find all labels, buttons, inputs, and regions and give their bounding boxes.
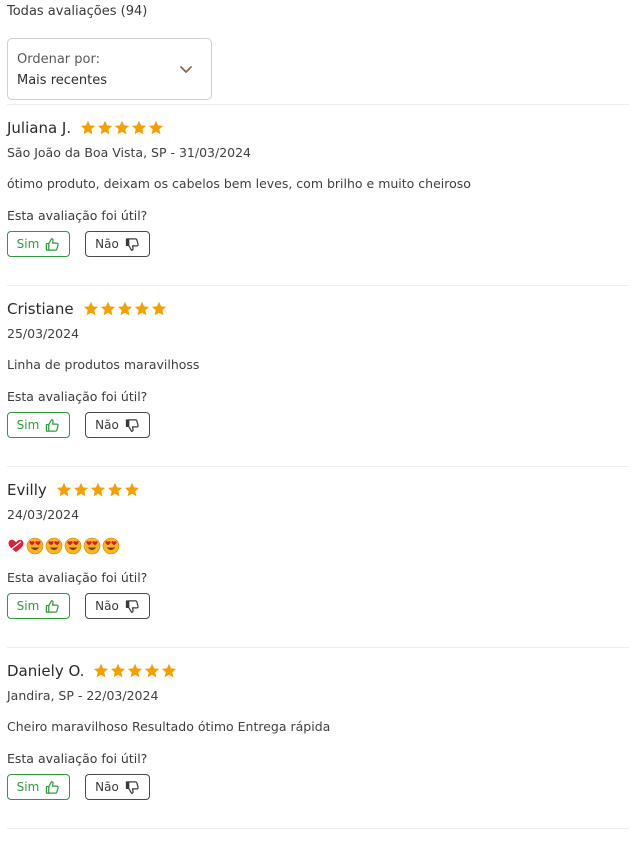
star-icon: [111, 663, 126, 678]
heart-eyes-face-icon: [102, 537, 120, 555]
heart-eyes-face-icon: [45, 537, 63, 555]
star-icon: [115, 120, 130, 135]
star-icon: [149, 120, 164, 135]
reviewer-name: Daniely O.: [7, 662, 85, 680]
review-item: Evilly 24/03/2024 Esta avaliação foi úti…: [7, 479, 629, 639]
helpful-yes-label: Sim: [16, 780, 40, 794]
reviewer-name: Juliana J.: [7, 119, 72, 137]
helpful-yes-label: Sim: [16, 418, 40, 432]
review-text: ótimo produto, deixam os cabelos bem lev…: [7, 176, 471, 191]
thumbs-up-icon: [46, 599, 60, 613]
helpful-yes-button[interactable]: Sim: [7, 593, 70, 619]
helpful-question: Esta avaliação foi útil?: [7, 208, 148, 223]
helpful-question: Esta avaliação foi útil?: [7, 570, 148, 585]
divider: [7, 828, 629, 829]
review-emoji-text: [7, 537, 120, 555]
helpful-yes-button[interactable]: Sim: [7, 412, 70, 438]
sort-label: Ordenar por:: [17, 52, 100, 67]
star-rating: [56, 482, 140, 498]
star-icon: [73, 482, 88, 497]
divider: [7, 466, 629, 467]
star-icon: [107, 482, 122, 497]
helpful-no-button[interactable]: Não: [85, 231, 150, 257]
star-icon: [90, 482, 105, 497]
thumbs-up-icon: [46, 418, 60, 432]
star-icon: [151, 301, 166, 316]
helpful-yes-label: Sim: [16, 599, 40, 613]
helpful-yes-button[interactable]: Sim: [7, 774, 70, 800]
review-date: 24/03/2024: [7, 507, 80, 522]
helpful-yes-button[interactable]: Sim: [7, 231, 70, 257]
star-icon: [98, 120, 113, 135]
star-icon: [134, 301, 149, 316]
helpful-no-label: Não: [95, 780, 119, 794]
reviewer-name: Evilly: [7, 481, 47, 499]
star-rating: [80, 120, 164, 136]
helpful-question: Esta avaliação foi útil?: [7, 751, 148, 766]
divider: [7, 285, 629, 286]
helpful-yes-label: Sim: [16, 237, 40, 251]
star-rating: [93, 663, 177, 679]
star-icon: [117, 301, 132, 316]
thumbs-up-icon: [46, 780, 60, 794]
sort-selected-value: Mais recentes: [17, 73, 108, 88]
all-reviews-count: Todas avaliações (94): [7, 4, 148, 19]
helpful-no-button[interactable]: Não: [85, 774, 150, 800]
helpful-no-button[interactable]: Não: [85, 412, 150, 438]
review-location-date: Jandira, SP - 22/03/2024: [7, 688, 159, 703]
star-icon: [132, 120, 147, 135]
review-date: 25/03/2024: [7, 326, 80, 341]
thumbs-up-icon: [46, 237, 60, 251]
helpful-no-label: Não: [95, 599, 119, 613]
chevron-down-icon: [180, 66, 192, 73]
review-item: Juliana J. São João da Boa Vista, SP - 3…: [7, 117, 629, 277]
review-text: Cheiro maravilhoso Resultado ótimo Entre…: [7, 719, 331, 734]
star-icon: [81, 120, 96, 135]
review-item: Daniely O. Jandira, SP - 22/03/2024 Chei…: [7, 660, 629, 820]
heart-eyes-face-icon: [26, 537, 44, 555]
star-icon: [128, 663, 143, 678]
star-icon: [56, 482, 71, 497]
thumbs-down-icon: [125, 237, 139, 251]
heart-eyes-face-icon: [64, 537, 82, 555]
helpful-no-label: Não: [95, 418, 119, 432]
review-text: Linha de produtos maravilhoss: [7, 357, 200, 372]
helpful-no-label: Não: [95, 237, 119, 251]
heart-exclamation-icon: [8, 539, 24, 552]
divider: [7, 104, 629, 105]
helpful-no-button[interactable]: Não: [85, 593, 150, 619]
star-rating: [83, 301, 167, 317]
sort-dropdown[interactable]: Ordenar por: Mais recentes: [7, 38, 212, 100]
review-location-date: São João da Boa Vista, SP - 31/03/2024: [7, 145, 252, 160]
review-item: Cristiane 25/03/2024 Linha de produtos m…: [7, 298, 629, 458]
thumbs-down-icon: [125, 780, 139, 794]
heart-eyes-face-icon: [83, 537, 101, 555]
star-icon: [162, 663, 177, 678]
helpful-question: Esta avaliação foi útil?: [7, 389, 148, 404]
reviewer-name: Cristiane: [7, 300, 74, 318]
star-icon: [145, 663, 160, 678]
divider: [7, 647, 629, 648]
star-icon: [100, 301, 115, 316]
thumbs-down-icon: [125, 599, 139, 613]
star-icon: [124, 482, 139, 497]
star-icon: [83, 301, 98, 316]
star-icon: [94, 663, 109, 678]
thumbs-down-icon: [125, 418, 139, 432]
